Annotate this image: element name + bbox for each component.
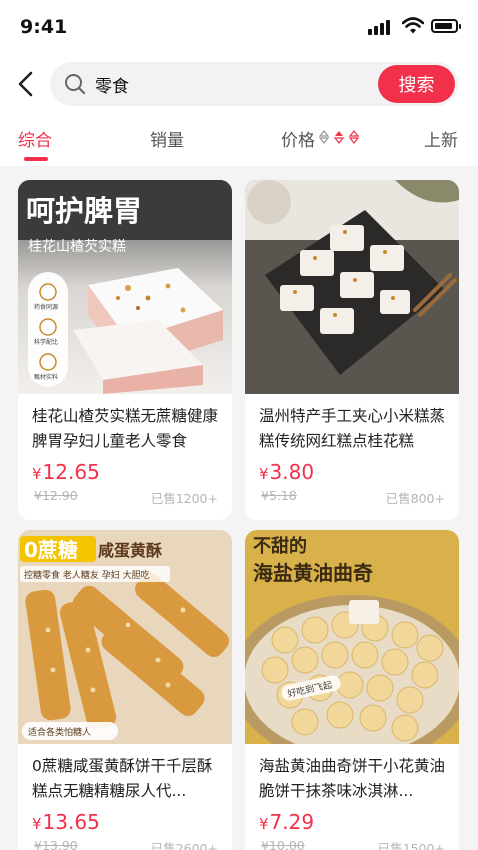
product-price: ¥3.80	[259, 460, 314, 484]
image-headline: 海盐黄油曲奇	[253, 561, 373, 585]
image-badge: 科学配比	[34, 338, 58, 346]
image-headline: 不甜的	[253, 535, 307, 557]
price-value: 7.29	[269, 810, 315, 834]
tab-new[interactable]: 上新	[424, 126, 458, 151]
sort-arrows-icon[interactable]	[318, 129, 362, 145]
image-corner-label: 适合各类怕糖人	[28, 726, 91, 738]
sold-count: 已售1200+	[150, 491, 218, 506]
image-headline: 咸蛋黄酥	[98, 541, 162, 560]
currency-symbol: ¥	[259, 465, 269, 483]
status-time: 9:41	[20, 16, 68, 38]
battery-icon	[431, 19, 461, 33]
image-badge: 甄材实料	[34, 373, 58, 381]
search-input[interactable]	[95, 70, 365, 98]
sold-count: 已售1500+	[377, 841, 445, 850]
product-image[interactable]: 不甜的 海盐黄油曲奇 好吃到飞起	[245, 530, 459, 744]
price-value: 12.65	[42, 460, 100, 484]
product-card[interactable]: 0蔗糖 咸蛋黄酥 控糖零食 老人糖友 孕妇 大胆吃 适合各类怕糖人 0蔗糖咸蛋黄…	[18, 530, 232, 850]
product-title[interactable]: 0蔗糖咸蛋黄酥饼干千层酥糕点无糖精糖尿人代...	[32, 754, 222, 804]
product-title[interactable]: 温州特产手工夹心小米糕蒸糕传统网红糕点桂花糕	[259, 404, 449, 454]
original-price: ¥10.00	[261, 838, 305, 850]
status-bar: 9:41	[0, 0, 478, 54]
price-value: 13.65	[42, 810, 100, 834]
original-price: ¥5.18	[261, 488, 297, 503]
image-subline: 桂花山楂芡实糕	[28, 238, 126, 255]
product-title[interactable]: 桂花山楂芡实糕无蔗糖健康脾胃孕妇儿童老人零食	[32, 404, 222, 454]
active-tab-indicator	[24, 157, 48, 161]
image-headline: 0蔗糖	[24, 538, 78, 562]
product-card[interactable]: 不甜的 海盐黄油曲奇 好吃到飞起 海盐黄油曲奇饼干小花黄油脆饼干抹茶味冰淇淋..…	[245, 530, 459, 850]
search-button[interactable]: 搜索	[378, 65, 455, 103]
product-card[interactable]: 呵护脾胃 桂花山楂芡实糕 药食同源 科学配比 甄材实料 桂花山楂芡实糕无蔗糖健康…	[18, 180, 232, 520]
original-price: ¥13.90	[34, 838, 78, 850]
product-price: ¥13.65	[32, 810, 100, 834]
currency-symbol: ¥	[32, 815, 42, 833]
product-image[interactable]: 呵护脾胃 桂花山楂芡实糕 药食同源 科学配比 甄材实料	[18, 180, 232, 394]
image-headline: 呵护脾胃	[26, 194, 142, 228]
cellular-signal-icon	[368, 19, 396, 35]
original-price: ¥12.90	[34, 488, 78, 503]
chevron-left-icon[interactable]	[14, 70, 38, 98]
wifi-icon	[402, 17, 424, 34]
image-badge: 药食同源	[34, 303, 58, 311]
search-icon	[65, 74, 86, 95]
product-price: ¥7.29	[259, 810, 314, 834]
product-card[interactable]: 温州特产手工夹心小米糕蒸糕传统网红糕点桂花糕 ¥3.80 ¥5.18 已售800…	[245, 180, 459, 520]
sold-count: 已售2600+	[150, 841, 218, 850]
product-image[interactable]	[245, 180, 459, 394]
product-price: ¥12.65	[32, 460, 100, 484]
tab-sales[interactable]: 销量	[150, 126, 184, 151]
product-image[interactable]: 0蔗糖 咸蛋黄酥 控糖零食 老人糖友 孕妇 大胆吃 适合各类怕糖人	[18, 530, 232, 744]
image-subline: 控糖零食 老人糖友 孕妇 大胆吃	[24, 569, 150, 581]
currency-symbol: ¥	[259, 815, 269, 833]
sold-count: 已售800+	[385, 491, 445, 506]
product-title[interactable]: 海盐黄油曲奇饼干小花黄油脆饼干抹茶味冰淇淋...	[259, 754, 449, 804]
currency-symbol: ¥	[32, 465, 42, 483]
tab-comprehensive[interactable]: 综合	[18, 126, 52, 151]
price-value: 3.80	[269, 460, 315, 484]
tab-price[interactable]: 价格	[281, 126, 315, 151]
